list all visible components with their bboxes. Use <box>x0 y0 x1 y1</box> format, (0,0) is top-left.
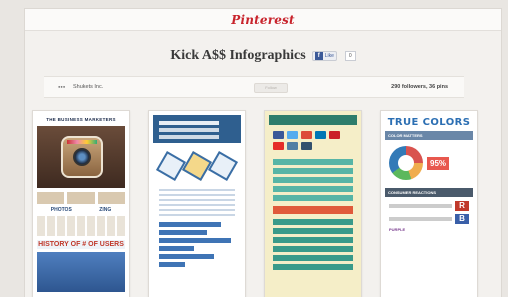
pin-bar-chart <box>153 222 241 267</box>
pin-graphic-chart <box>37 252 125 292</box>
board-title: Kick A$$ Infographics <box>170 48 306 63</box>
tumblr-icon <box>301 142 312 150</box>
like-label: Like <box>324 53 334 59</box>
donut-chart-icon <box>389 146 423 180</box>
pin-title: THE BUSINESS MARKETERS <box>46 117 116 122</box>
pin-headline: HISTORY OF # OF USERS <box>37 240 125 249</box>
pin-hexagons <box>153 150 241 182</box>
facebook-like-button[interactable]: f Like <box>311 51 337 61</box>
board-header: Kick A$$ Infographics f Like 0 <box>25 31 501 81</box>
pin-image <box>37 126 125 188</box>
follow-board-button[interactable]: Follow <box>254 83 288 93</box>
pin-banner <box>153 115 241 143</box>
pin-donut-row: 95% <box>385 140 473 186</box>
twitter-icon <box>287 131 298 139</box>
board-stats: 290 followers, 36 pins <box>391 84 448 90</box>
pin-table <box>269 219 357 270</box>
social-icons-grid <box>269 125 357 156</box>
pin-table <box>269 159 357 201</box>
owner-name: Shukets Inc. <box>73 84 104 90</box>
pinterest-icon <box>329 131 340 139</box>
facebook-icon: f <box>314 52 323 60</box>
pin-section-heading: COLOR MATTERS <box>385 131 473 140</box>
pin-section-heading: CONSUMER REACTIONS <box>385 188 473 197</box>
camera-lens <box>73 148 91 166</box>
pin-rows: R B PURPLE <box>385 197 473 239</box>
pin-text-lines <box>153 189 241 216</box>
pin-label: PHOTOS <box>50 207 72 213</box>
pin-card[interactable]: THE BUSINESS MARKETERS PHOTOS ZING HISTO… <box>32 110 130 297</box>
pin-card[interactable] <box>264 110 362 297</box>
board-meta-bar: ●●● Shukets Inc. Follow 290 followers, 3… <box>44 76 464 98</box>
pin-card[interactable]: TRUE COLORS COLOR MATTERS 95% CONSUMER R… <box>380 110 478 297</box>
instagram-icon <box>287 142 298 150</box>
camera-icon <box>61 136 103 178</box>
top-navigation-bar: Pinterest <box>25 9 501 31</box>
owner-avatar: ●●● <box>58 84 66 89</box>
pinterest-logo[interactable]: Pinterest <box>231 13 295 27</box>
pin-letter-badge: R <box>455 201 469 211</box>
pin-percent: 95% <box>427 156 450 170</box>
facebook-icon <box>273 131 284 139</box>
pin-title: TRUE COLORS <box>387 117 471 128</box>
like-count: 0 <box>344 51 356 61</box>
pin-letter-badge: B <box>455 214 469 224</box>
camera-stripe <box>67 140 97 144</box>
hexagon-icon <box>181 150 213 182</box>
pin-card[interactable] <box>148 110 246 297</box>
hexagon-icon <box>155 150 187 182</box>
pin-graphic-bars <box>37 192 125 204</box>
pin-footer-label: PURPLE <box>389 227 406 232</box>
pin-label: ZING <box>99 207 112 213</box>
linkedin-icon <box>315 131 326 139</box>
pin-grid: THE BUSINESS MARKETERS PHOTOS ZING HISTO… <box>10 110 478 297</box>
pin-graphic-grid <box>37 216 125 236</box>
board-owner[interactable]: ●●● Shukets Inc. <box>58 84 103 90</box>
pin-header-band <box>269 115 357 125</box>
youtube-icon <box>273 142 284 150</box>
google-plus-icon <box>301 131 312 139</box>
pin-labels: PHOTOS ZING <box>37 207 125 213</box>
pin-highlight-band <box>273 206 353 214</box>
hexagon-icon <box>207 150 239 182</box>
